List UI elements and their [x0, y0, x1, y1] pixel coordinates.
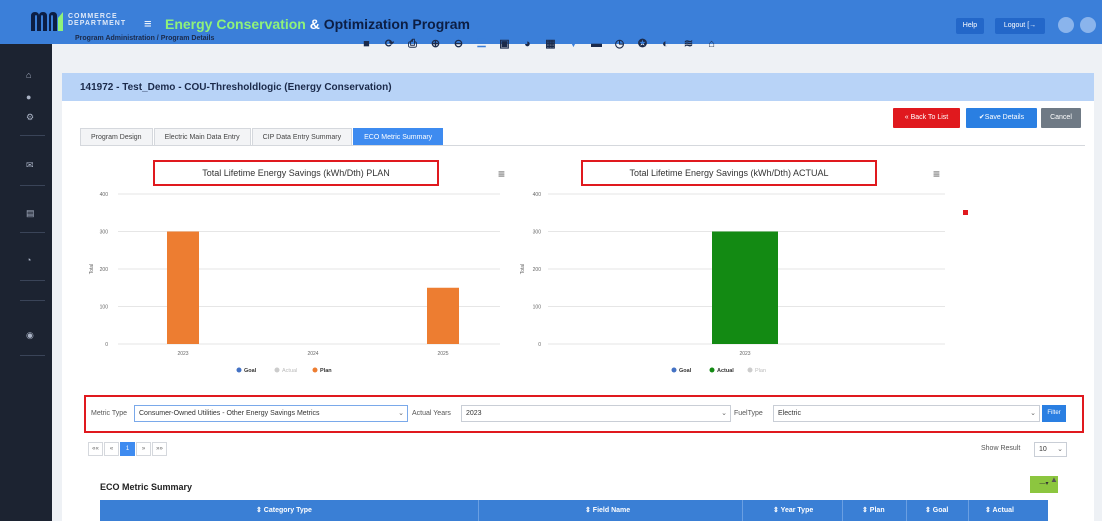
column-header-goal[interactable]: ⇕ Goal: [925, 506, 948, 514]
legend-marker-actual: [274, 367, 280, 373]
column-header-field-name[interactable]: ⇕ Field Name: [585, 506, 630, 514]
x-tick-label: 2024: [307, 351, 318, 357]
y-tick-label: 400: [533, 192, 542, 198]
column-divider: [842, 500, 843, 521]
column-header-category-type[interactable]: ⇕ Category Type: [256, 506, 312, 514]
first-page-button[interactable]: ««: [88, 442, 103, 456]
legend-label-actual: Actual: [282, 368, 297, 374]
y-tick-label: 300: [533, 230, 542, 236]
chevron-down-icon: ⌄: [721, 410, 727, 417]
scroll-up-icon[interactable]: ▲: [1050, 475, 1058, 484]
y-tick-label: 0: [105, 342, 108, 348]
filter-button[interactable]: Filter: [1042, 405, 1066, 422]
legend-marker-plan: [312, 367, 318, 373]
next-page-button[interactable]: »: [136, 442, 151, 456]
legend-label-goal: Goal: [244, 368, 257, 374]
y-tick-label: 0: [538, 342, 541, 348]
column-divider: [968, 500, 969, 521]
column-divider: [906, 500, 907, 521]
metric-type-label: Metric Type: [91, 410, 128, 417]
column-divider: [478, 500, 479, 521]
x-tick-label: 2023: [177, 351, 188, 357]
legend-label-plan: Plan: [755, 368, 766, 374]
legend-label-actual: Actual: [717, 368, 734, 374]
summary-title: ECO Metric Summary: [100, 482, 193, 492]
legend-marker-plan: [747, 367, 753, 373]
y-tick-label: 100: [533, 305, 542, 311]
y-axis-label: Total: [89, 264, 95, 275]
prev-page-button[interactable]: «: [104, 442, 119, 456]
red-marker: [963, 210, 968, 215]
actual-chart-menu-icon[interactable]: ≡: [933, 167, 940, 181]
last-page-button[interactable]: »»: [152, 442, 167, 456]
y-tick-label: 300: [100, 230, 109, 236]
chevron-down-icon: ⌄: [1030, 410, 1036, 417]
bar-actual-2023: [712, 231, 778, 344]
fuel-type-select[interactable]: Electric ⌄: [773, 405, 1040, 422]
metric-type-select[interactable]: Consumer-Owned Utilities - Other Energy …: [134, 405, 408, 422]
bar-plan-2025: [427, 287, 459, 344]
actual-years-select[interactable]: 2023 ⌄: [461, 405, 731, 422]
column-divider: [742, 500, 743, 521]
chevron-down-icon: ⌄: [398, 410, 404, 417]
y-tick-label: 200: [533, 267, 542, 273]
legend-label-goal: Goal: [679, 368, 692, 374]
chevron-down-icon: ⌄: [1057, 446, 1063, 453]
bar-plan-2023: [167, 231, 199, 344]
legend-label-plan: Plan: [320, 368, 332, 374]
actual-chart-title: Total Lifetime Energy Savings (kWh/Dth) …: [581, 160, 877, 186]
plan-chart-menu-icon[interactable]: ≡: [498, 167, 505, 181]
actual-years-label: Actual Years: [412, 410, 451, 417]
column-header-plan[interactable]: ⇕ Plan: [862, 506, 885, 514]
fuel-type-label: FuelType: [734, 410, 763, 417]
pagination: «« « 1 » »»: [88, 442, 168, 456]
legend-marker-actual: [709, 367, 715, 373]
y-tick-label: 100: [100, 305, 109, 311]
legend-marker-goal: [236, 367, 242, 373]
y-tick-label: 200: [100, 267, 109, 273]
plan-chart-title: Total Lifetime Energy Savings (kWh/Dth) …: [153, 160, 439, 186]
page-1-button[interactable]: 1: [120, 442, 135, 456]
show-result-select[interactable]: 10 ⌄: [1034, 442, 1067, 457]
column-header-actual[interactable]: ⇕ Actual: [985, 506, 1014, 514]
x-tick-label: 2023: [739, 351, 750, 357]
column-header-year-type[interactable]: ⇕ Year Type: [773, 506, 813, 514]
y-tick-label: 400: [100, 192, 109, 198]
x-tick-label: 2025: [437, 351, 448, 357]
legend-marker-goal: [671, 367, 677, 373]
show-result-label: Show Result: [981, 445, 1021, 452]
y-axis-label: Total: [520, 264, 526, 275]
